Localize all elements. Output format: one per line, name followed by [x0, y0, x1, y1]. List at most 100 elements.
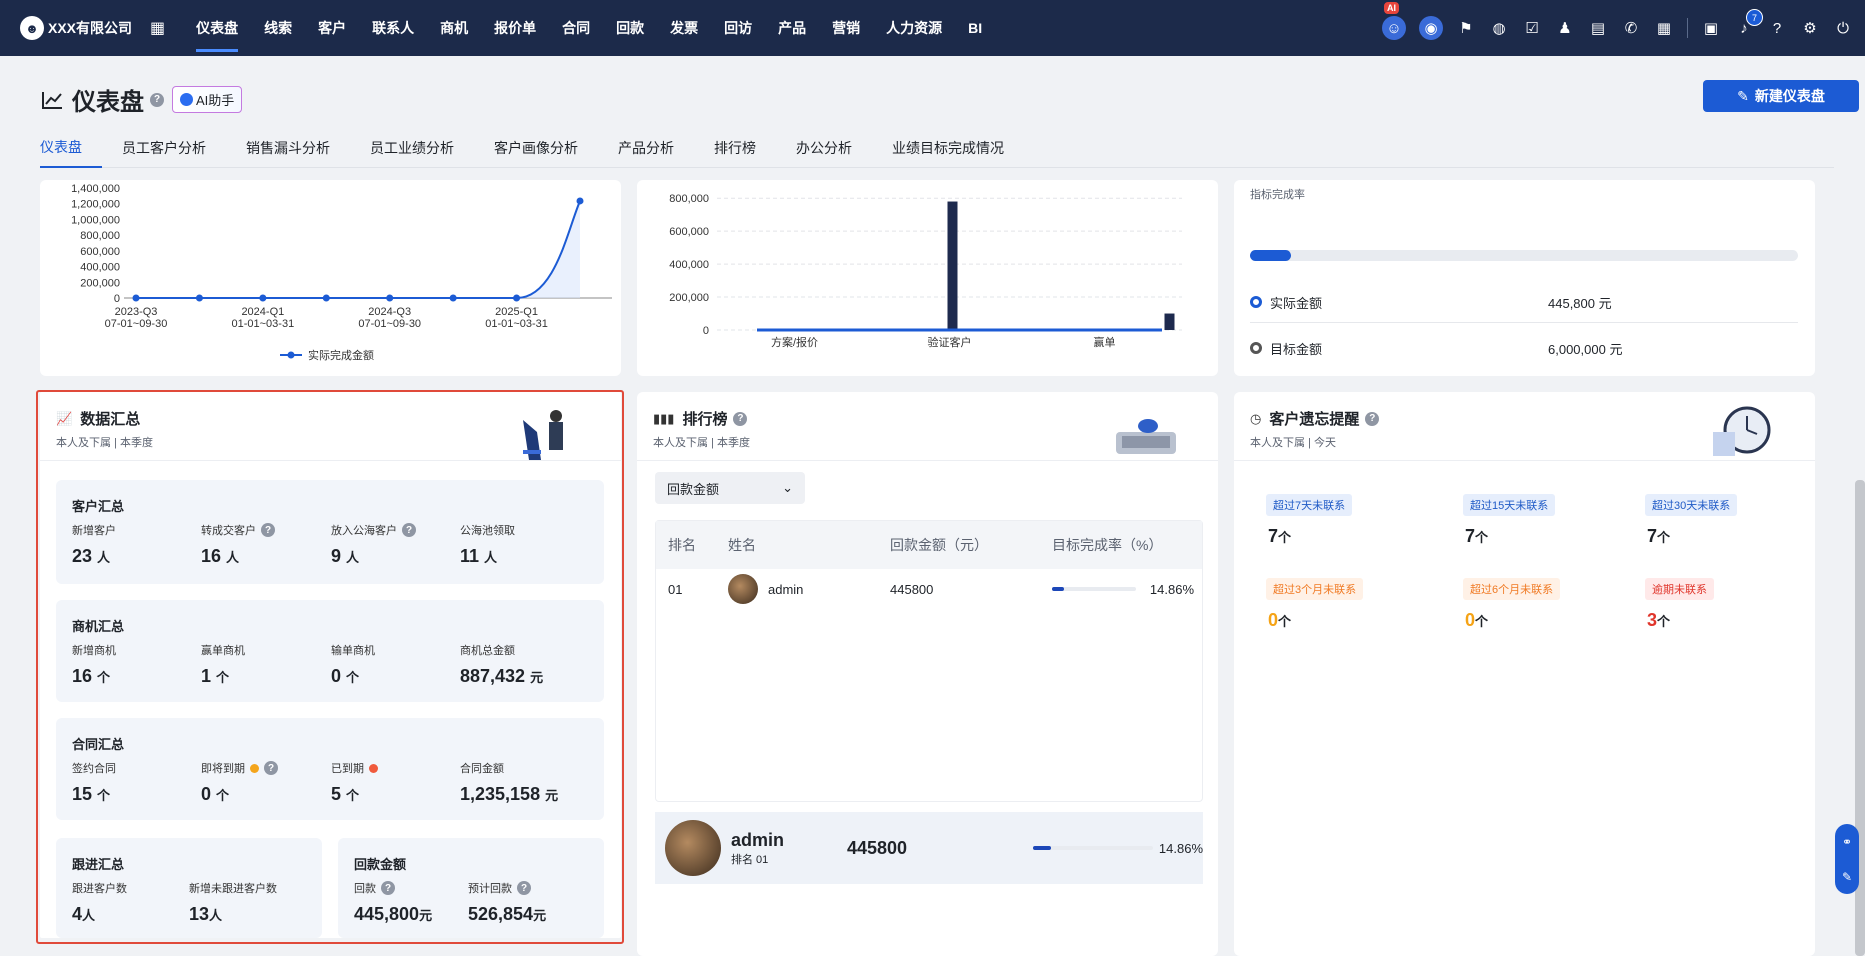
tab-customer-profile[interactable]: 客户画像分析	[474, 128, 598, 168]
tag-overdue[interactable]: 逾期未联系	[1645, 578, 1714, 600]
nav-contacts[interactable]: 联系人	[359, 0, 427, 56]
phone-icon[interactable]: ✆	[1621, 18, 1641, 38]
tool-note-icon[interactable]: ✎	[1842, 870, 1852, 884]
count-overdue[interactable]: 3个	[1647, 610, 1670, 631]
metric-value: 5	[331, 784, 342, 804]
ai-robot-icon[interactable]: ☺ AI	[1382, 2, 1406, 40]
bell-icon[interactable]: ♪ 7	[1734, 9, 1763, 38]
nav-hr[interactable]: 人力资源	[873, 0, 955, 56]
row-name: admin	[768, 581, 804, 597]
row-progress-fill	[1052, 587, 1065, 591]
tab-employee-customer[interactable]: 员工客户分析	[102, 128, 226, 168]
globe-icon[interactable]: ◍	[1489, 18, 1509, 38]
data-point	[132, 294, 140, 302]
help-icon[interactable]: ?	[1767, 18, 1787, 38]
metric-label: 跟进客户数	[72, 883, 127, 895]
nav-customers[interactable]: 客户	[305, 0, 359, 56]
metric-payment-received[interactable]: 回款? 445,800元	[354, 880, 432, 925]
my-ranking-row: admin 排名 01 445800 14.86%	[655, 812, 1203, 884]
gear-icon[interactable]: ⚙	[1800, 18, 1820, 38]
nav-invoices[interactable]: 发票	[657, 0, 711, 56]
nav-quotes[interactable]: 报价单	[481, 0, 549, 56]
metric-pool-customers[interactable]: 放入公海客户? 9 人	[331, 522, 416, 567]
new-dashboard-button[interactable]: ✎ 新建仪表盘	[1703, 80, 1859, 112]
tag-15-days[interactable]: 超过15天未联系	[1463, 494, 1556, 516]
nav-opportunities[interactable]: 商机	[427, 0, 481, 56]
help-icon[interactable]: ?	[264, 761, 278, 775]
metric-followup-customers[interactable]: 跟进客户数 4人	[72, 880, 127, 925]
top-icon-bar: ☺ AI ◉ ⚑ ◍ ☑ ♟ ▤ ✆ ▦ ▣ ♪ 7 ? ⚙ ⏻	[1369, 0, 1853, 56]
tab-product[interactable]: 产品分析	[598, 128, 694, 168]
metric-opportunity-amount[interactable]: 商机总金额 887,432 元	[460, 642, 543, 687]
app-grid-icon[interactable]: ▦	[150, 18, 165, 38]
header-rank: 排名	[668, 537, 696, 553]
metric-signed-contracts[interactable]: 签约合同 15 个	[72, 760, 116, 805]
metric-not-followed[interactable]: 新增未跟进客户数 13人	[189, 880, 277, 925]
nav-marketing[interactable]: 营销	[819, 0, 873, 56]
metric-expired-contracts[interactable]: 已到期 5 个	[331, 760, 378, 805]
tab-dashboard[interactable]: 仪表盘	[40, 128, 102, 168]
help-icon[interactable]: ?	[733, 411, 748, 426]
tab-ranking[interactable]: 排行榜	[694, 128, 776, 168]
metric-label: 转成交客户	[201, 525, 256, 537]
metric-new-opportunities[interactable]: 新增商机 16 个	[72, 642, 116, 687]
tag-30-days[interactable]: 超过30天未联系	[1645, 494, 1738, 516]
metric-label: 新增商机	[72, 645, 116, 657]
tab-employee-performance[interactable]: 员工业绩分析	[350, 128, 474, 168]
tag-6-months[interactable]: 超过6个月未联系	[1463, 578, 1561, 600]
nav-products[interactable]: 产品	[765, 0, 819, 56]
help-icon[interactable]: ?	[1365, 411, 1380, 426]
help-icon[interactable]: ?	[150, 92, 164, 107]
nav-visits[interactable]: 回访	[711, 0, 765, 56]
company-logo[interactable]: ☻ XXX有限公司	[20, 16, 132, 40]
metric-pool-claimed[interactable]: 公海池领取 11 人	[460, 522, 515, 567]
count-6-months[interactable]: 0个	[1465, 610, 1488, 631]
nav-bi[interactable]: BI	[955, 0, 995, 56]
count-30-days[interactable]: 7个	[1647, 526, 1670, 547]
flag-icon[interactable]: ⚑	[1456, 18, 1476, 38]
table-row[interactable]: 01 admin 445800 14.86%	[656, 569, 1202, 609]
help-icon[interactable]: ?	[402, 523, 416, 537]
tool-link-icon[interactable]: ⚭	[1842, 835, 1852, 849]
page-title: 仪表盘	[72, 89, 144, 116]
count-7-days[interactable]: 7个	[1268, 526, 1291, 547]
floating-tools: ⚭ ✎	[1835, 824, 1859, 894]
metric-payment-expected[interactable]: 预计回款? 526,854元	[468, 880, 546, 925]
funnel-bar-chart[interactable]: 0 200,000 400,000 600,000 800,000 方案/报价 验证客户 赢单	[637, 180, 1218, 376]
top-navbar: ☻ XXX有限公司 ▦ 仪表盘 线索 客户 联系人 商机 报价单 合同 回款 发…	[0, 0, 1865, 56]
calendar-icon[interactable]: ▦	[1654, 18, 1674, 38]
metric-expiring-contracts[interactable]: 即将到期? 0 个	[201, 760, 278, 805]
count-15-days[interactable]: 7个	[1465, 526, 1488, 547]
tab-sales-funnel[interactable]: 销售漏斗分析	[226, 128, 350, 168]
metric-lost-opportunities[interactable]: 输单商机 0 个	[331, 642, 375, 687]
count-3-months[interactable]: 0个	[1268, 610, 1291, 631]
company-logo-icon: ☻	[20, 16, 44, 40]
metric-won-opportunities[interactable]: 赢单商机 1 个	[201, 642, 245, 687]
metric-unit: 个	[346, 670, 360, 685]
document-icon[interactable]: ▤	[1588, 18, 1608, 38]
chat-icon[interactable]: ◉	[1419, 16, 1443, 40]
calendar-check-icon[interactable]: ☑	[1522, 18, 1542, 38]
tab-office[interactable]: 办公分析	[776, 128, 872, 168]
nav-leads[interactable]: 线索	[251, 0, 305, 56]
schedule-icon[interactable]: ▣	[1701, 18, 1721, 38]
nav-payments[interactable]: 回款	[603, 0, 657, 56]
help-icon[interactable]: ?	[261, 523, 275, 537]
help-icon[interactable]: ?	[517, 881, 531, 895]
ranking-header: ▮▮▮ 排行榜?	[653, 408, 748, 429]
count-unit: 个	[1475, 530, 1489, 545]
ranking-metric-select[interactable]: 回款金额 ⌄	[655, 472, 805, 504]
ai-assistant-button[interactable]: AI助手	[172, 86, 243, 113]
nav-dashboard[interactable]: 仪表盘	[183, 0, 251, 56]
power-icon[interactable]: ⏻	[1833, 18, 1853, 38]
metric-converted-customers[interactable]: 转成交客户? 16 人	[201, 522, 275, 567]
user-icon[interactable]: ♟	[1555, 18, 1575, 38]
tab-target-completion[interactable]: 业绩目标完成情况	[872, 128, 1024, 168]
tag-7-days[interactable]: 超过7天未联系	[1266, 494, 1353, 516]
performance-line-chart[interactable]: 0 200,000 400,000 600,000 800,000 1,000,000 1,…	[40, 180, 621, 376]
metric-new-customers[interactable]: 新增客户 23 人	[72, 522, 116, 567]
help-icon[interactable]: ?	[381, 881, 395, 895]
nav-contracts[interactable]: 合同	[549, 0, 603, 56]
metric-contract-amount[interactable]: 合同金额 1,235,158 元	[460, 760, 558, 805]
tag-3-months[interactable]: 超过3个月未联系	[1266, 578, 1364, 600]
